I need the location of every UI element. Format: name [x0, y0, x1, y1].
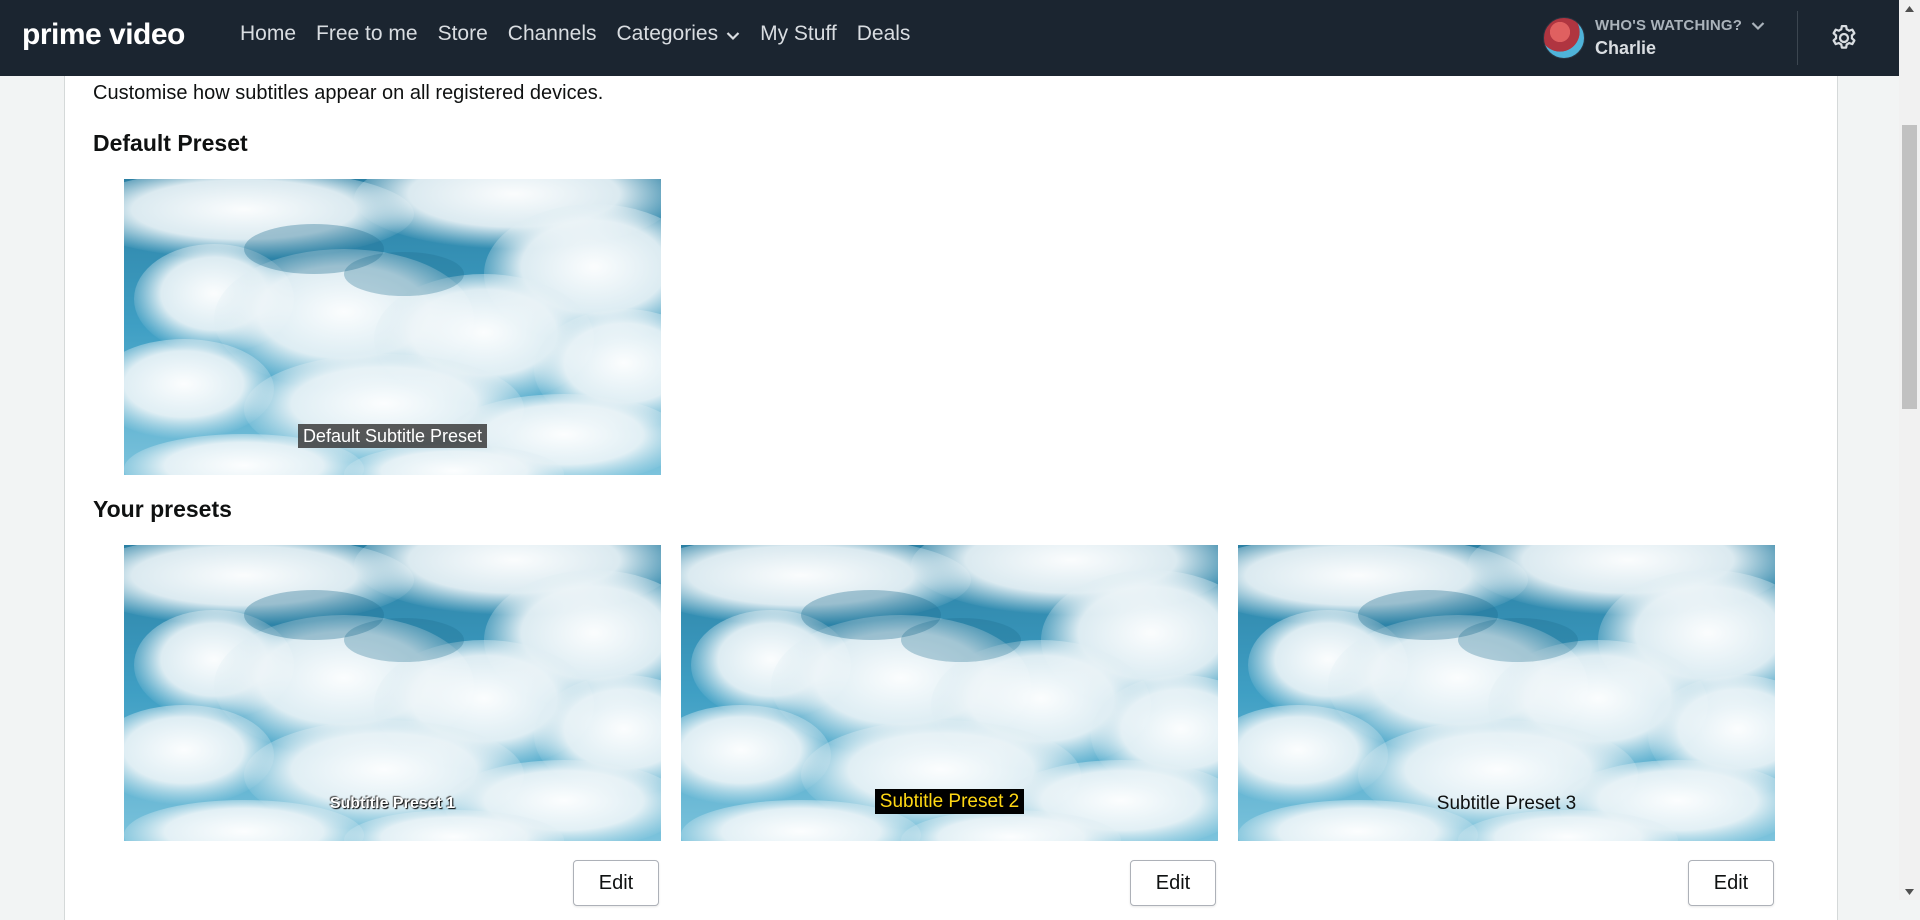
your-presets-heading: Your presets: [93, 496, 232, 522]
scrollbar-thumb[interactable]: [1902, 125, 1917, 409]
profile-switcher[interactable]: WHO'S WATCHING? Charlie: [1543, 17, 1765, 59]
nav-categories[interactable]: Categories: [617, 22, 741, 46]
nav-links: Home Free to me Store Channels Categorie…: [240, 22, 930, 46]
page-scrollbar[interactable]: [1899, 0, 1920, 900]
preset-2-caption: Subtitle Preset 2: [681, 789, 1218, 814]
prime-video-logo[interactable]: prime video: [22, 18, 185, 52]
preset-3-caption-text: Subtitle Preset 3: [1436, 793, 1577, 814]
whos-watching-label: WHO'S WATCHING?: [1595, 17, 1765, 34]
nav-divider: [1797, 11, 1798, 65]
preset-1-caption: Subtitle Preset 1: [124, 795, 661, 813]
preset-2-preview[interactable]: Subtitle Preset 2: [681, 545, 1218, 841]
nav-my-stuff[interactable]: My Stuff: [760, 22, 837, 46]
edit-preset-2-button[interactable]: Edit: [1130, 860, 1216, 906]
chevron-down-icon: [1751, 21, 1765, 30]
scroll-up-arrow-icon[interactable]: [1899, 0, 1920, 17]
default-preset-preview: Default Subtitle Preset: [124, 179, 661, 475]
nav-deals[interactable]: Deals: [857, 22, 911, 46]
avatar: [1543, 17, 1585, 59]
edit-preset-1-button[interactable]: Edit: [573, 860, 659, 906]
nav-home[interactable]: Home: [240, 22, 296, 46]
default-preset-caption: Default Subtitle Preset: [124, 424, 661, 448]
profile-name: Charlie: [1595, 38, 1657, 58]
scroll-down-arrow-icon[interactable]: [1899, 883, 1920, 900]
edit-preset-3-button[interactable]: Edit: [1688, 860, 1774, 906]
top-nav: prime video Home Free to me Store Channe…: [0, 0, 1899, 76]
preset-1-preview[interactable]: Subtitle Preset 1: [124, 545, 661, 841]
subtitle-intro-text: Customise how subtitles appear on all re…: [93, 82, 604, 104]
nav-store[interactable]: Store: [438, 22, 488, 46]
whos-watching-text: WHO'S WATCHING?: [1595, 17, 1743, 34]
nav-channels[interactable]: Channels: [508, 22, 597, 46]
profile-text: WHO'S WATCHING? Charlie: [1595, 17, 1765, 59]
nav-free-to-me[interactable]: Free to me: [316, 22, 418, 46]
default-preset-caption-text: Default Subtitle Preset: [297, 424, 488, 448]
default-preset-heading: Default Preset: [93, 130, 248, 156]
gear-icon[interactable]: [1829, 23, 1859, 53]
preset-3-preview[interactable]: Subtitle Preset 3: [1238, 545, 1775, 841]
preset-1-caption-text: Subtitle Preset 1: [329, 795, 456, 812]
nav-categories-label: Categories: [616, 22, 719, 45]
chevron-down-icon: [726, 31, 740, 40]
preset-2-caption-text: Subtitle Preset 2: [874, 789, 1025, 814]
preset-3-caption: Subtitle Preset 3: [1238, 793, 1775, 815]
